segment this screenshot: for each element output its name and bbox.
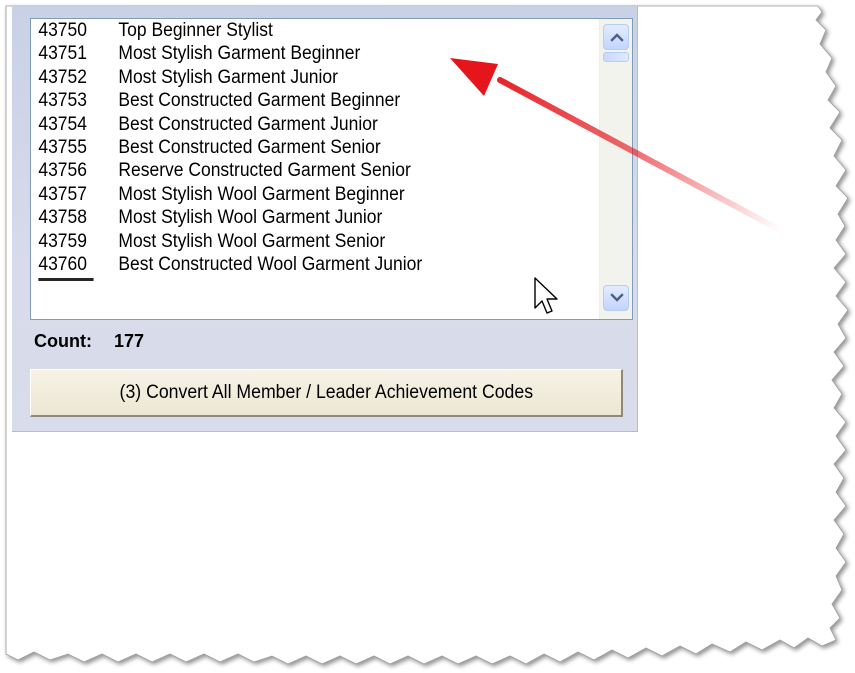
list-item[interactable]: 43757 Most Stylish Wool Garment Beginner — [31, 183, 569, 206]
achievement-codes-panel: 43750 Top Beginner Stylist 43751 Most St… — [12, 6, 638, 432]
item-description: Most Stylish Wool Garment Beginner — [118, 183, 405, 205]
scroll-up-button[interactable] — [603, 24, 629, 50]
item-code: 43759 — [38, 230, 87, 252]
item-code: 43750 — [38, 20, 87, 41]
item-description: Best Constructed Garment Junior — [118, 113, 378, 135]
listbox-scrollbar[interactable] — [599, 19, 632, 319]
item-description: Best Constructed Garment Senior — [118, 136, 381, 158]
item-description: Most Stylish Garment Beginner — [118, 43, 361, 65]
item-description: Best Constructed Garment Beginner — [118, 90, 401, 112]
item-code: 43757 — [38, 183, 87, 205]
item-description: Top Beginner Stylist — [118, 20, 273, 41]
list-item[interactable]: 43753 Best Constructed Garment Beginner — [31, 89, 569, 112]
convert-codes-button[interactable]: (3) Convert All Member / Leader Achievem… — [30, 369, 623, 417]
scroll-down-button[interactable] — [603, 285, 629, 311]
item-code: 43754 — [38, 113, 87, 135]
list-item-partial[interactable] — [31, 276, 569, 284]
list-item[interactable]: 43755 Best Constructed Garment Senior — [31, 136, 569, 159]
list-item[interactable]: 43759 Most Stylish Wool Garment Senior — [31, 230, 569, 253]
item-code: 43755 — [38, 136, 87, 158]
count-row: Count: 177 — [34, 326, 144, 356]
list-item[interactable]: 43756 Reserve Constructed Garment Senior — [31, 159, 569, 182]
list-item[interactable]: 43752 Most Stylish Garment Junior — [31, 66, 569, 89]
screenshot-stage: 43750 Top Beginner Stylist 43751 Most St… — [0, 0, 855, 673]
list-item[interactable]: 43760 Best Constructed Wool Garment Juni… — [31, 253, 569, 276]
count-value: 177 — [113, 331, 145, 351]
item-code: 43752 — [38, 66, 87, 88]
convert-button-label: (3) Convert All Member / Leader Achievem… — [119, 382, 533, 403]
count-label: Count: — [34, 331, 92, 351]
item-description: Reserve Constructed Garment Senior — [118, 160, 411, 182]
listbox-items: 43750 Top Beginner Stylist 43751 Most St… — [31, 19, 616, 319]
chevron-down-icon — [610, 293, 624, 302]
scroll-thumb[interactable] — [603, 52, 629, 62]
list-item[interactable]: 43758 Most Stylish Wool Garment Junior — [31, 206, 569, 229]
chevron-up-icon — [610, 33, 624, 42]
achievement-code-listbox[interactable]: 43750 Top Beginner Stylist 43751 Most St… — [30, 18, 633, 320]
item-description: Most Stylish Wool Garment Senior — [118, 230, 386, 252]
item-description: Most Stylish Garment Junior — [118, 66, 338, 88]
item-code: 43758 — [38, 207, 87, 229]
item-code: 43756 — [38, 160, 87, 182]
item-description: Most Stylish Wool Garment Junior — [118, 207, 383, 229]
list-item[interactable]: 43750 Top Beginner Stylist — [31, 19, 569, 42]
item-code: 43751 — [38, 43, 87, 65]
item-description: Best Constructed Wool Garment Junior — [118, 253, 423, 275]
item-code: 43760 — [38, 253, 87, 275]
list-item[interactable]: 43754 Best Constructed Garment Junior — [31, 113, 569, 136]
item-code: 43753 — [38, 90, 87, 112]
list-item[interactable]: 43751 Most Stylish Garment Beginner — [31, 42, 569, 65]
